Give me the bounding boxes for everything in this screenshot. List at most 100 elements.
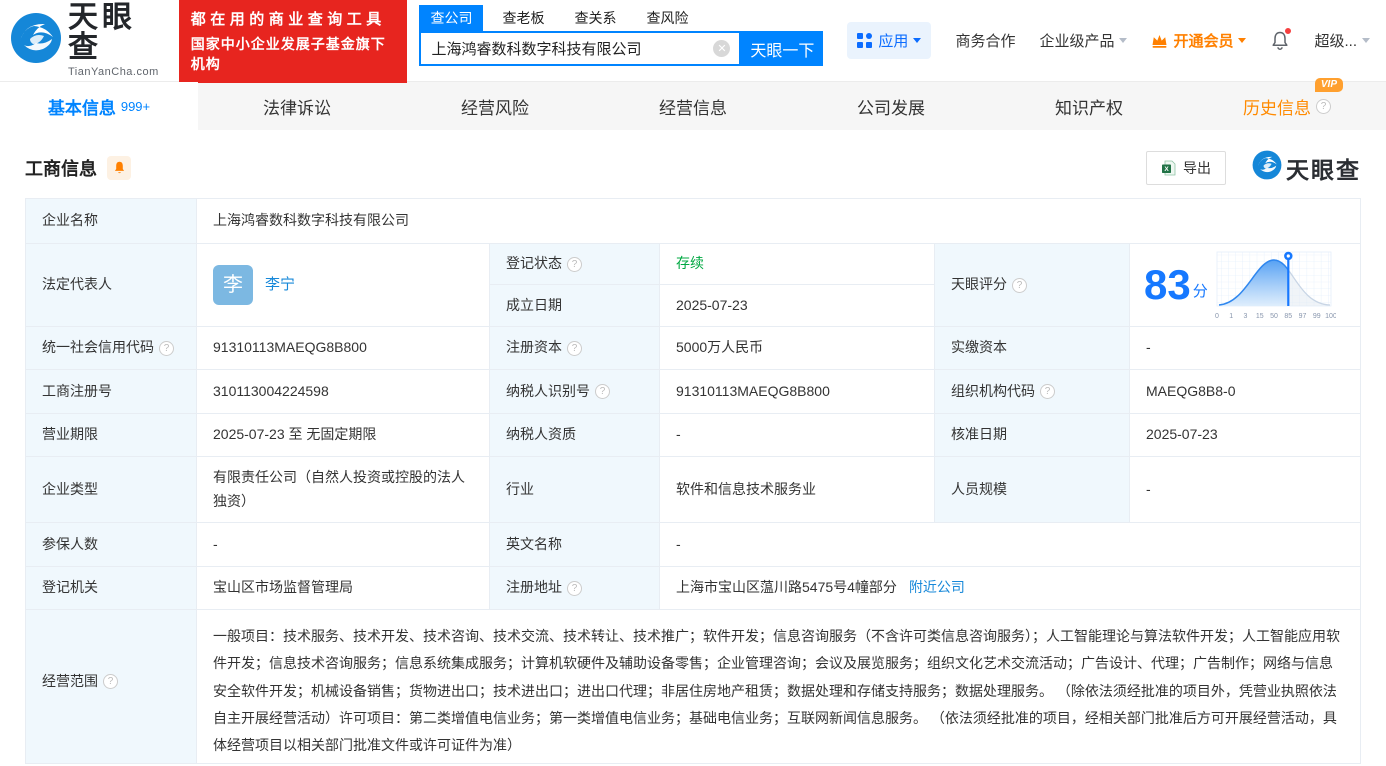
nav-super-label: 超级...	[1314, 33, 1357, 50]
value-paid-capital: -	[1130, 327, 1360, 370]
value-reg-address: 上海市宝山区蕰川路5475号4幢部分 附近公司	[660, 567, 1360, 610]
value-legal-rep: 李 李宁	[197, 244, 490, 327]
value-english-name: -	[660, 523, 1360, 567]
value-credit-code: 91310113MAEQG8B800	[197, 327, 490, 370]
svg-text:1: 1	[1229, 313, 1233, 320]
top-header: 天眼查 TianYanCha.com 都在用的商业查询工具 国家中小企业发展子基…	[0, 0, 1386, 83]
notification-bell[interactable]	[1270, 27, 1293, 51]
business-info-header: 工商信息 X 导出 天眼查	[0, 130, 1386, 198]
value-business-scope: 一般项目：技术服务、技术开发、技术咨询、技术交流、技术转让、技术推广；软件开发；…	[213, 628, 1340, 754]
search-area: 查公司 查老板 查关系 查风险 ✕ 天眼一下	[419, 5, 824, 66]
nearby-companies-link[interactable]: 附近公司	[909, 576, 965, 600]
tab-operation-info[interactable]: 经营信息	[594, 82, 792, 130]
value-reg-capital: 5000万人民币	[660, 327, 935, 370]
business-info-table: 企业名称 上海鸿睿数科数字科技有限公司 法定代表人 李 李宁 登记状态? 存续 …	[25, 198, 1361, 764]
value-industry: 软件和信息技术服务业	[660, 457, 935, 523]
company-tabbar: 基本信息 999+ 法律诉讼 经营风险 经营信息 公司发展 知识产权 历史信息 …	[0, 77, 1386, 130]
help-icon[interactable]: ?	[1316, 98, 1331, 114]
nav-apps-label: 应用	[878, 33, 909, 50]
tab-legal[interactable]: 法律诉讼	[198, 82, 396, 130]
tab-history[interactable]: 历史信息 VIP ?	[1188, 77, 1386, 130]
value-company-name: 上海鸿睿数科数字科技有限公司	[197, 199, 1360, 244]
help-icon[interactable]: ?	[567, 580, 582, 596]
search-button[interactable]: 天眼一下	[741, 31, 824, 66]
svg-text:100: 100	[1325, 313, 1336, 320]
tab-development[interactable]: 公司发展	[792, 82, 990, 130]
legal-rep-avatar[interactable]: 李	[213, 265, 253, 305]
value-taxpayer-id: 91310113MAEQG8B800	[660, 370, 935, 414]
vip-badge: VIP	[1314, 77, 1343, 92]
help-icon[interactable]: ?	[1012, 277, 1027, 293]
label-business-scope: 经营范围?	[26, 610, 197, 763]
nav-enterprise[interactable]: 企业级产品	[1039, 30, 1128, 51]
value-business-term: 2025-07-23 至 无固定期限	[197, 414, 490, 457]
score-unit: 分	[1192, 283, 1208, 301]
help-icon[interactable]: ?	[567, 340, 582, 356]
nav-super-vip[interactable]: 超级...	[1314, 30, 1370, 51]
nav-cooperation[interactable]: 商务合作	[955, 30, 1015, 51]
label-paid-capital: 实缴资本	[935, 327, 1130, 370]
nav-open-vip[interactable]: 开通会员	[1151, 30, 1247, 51]
svg-text:99: 99	[1313, 313, 1321, 320]
label-reg-status: 登记状态?	[490, 244, 660, 285]
search-input-wrap: ✕	[419, 31, 742, 66]
help-icon[interactable]: ?	[1040, 384, 1055, 399]
tianyancha-logo[interactable]: 天眼查 TianYanCha.com	[10, 3, 159, 78]
watermark-brand: 天眼查	[1252, 150, 1361, 185]
promo-banner: 都在用的商业查询工具 国家中小企业发展子基金旗下机构	[178, 0, 408, 83]
svg-text:15: 15	[1256, 313, 1264, 320]
export-button[interactable]: X 导出	[1146, 150, 1226, 185]
promo-line2: 国家中小企业发展子基金旗下机构	[190, 35, 386, 72]
label-company-type: 企业类型	[26, 457, 197, 523]
value-reg-authority: 宝山区市场监督管理局	[197, 567, 490, 610]
label-english-name: 英文名称	[490, 523, 660, 567]
value-establish-date: 2025-07-23	[660, 285, 935, 327]
search-tabs: 查公司 查老板 查关系 查风险	[419, 5, 823, 31]
label-credit-code: 统一社会信用代码?	[26, 327, 197, 370]
search-tab-risk[interactable]: 查风险	[635, 5, 699, 31]
search-tab-boss[interactable]: 查老板	[491, 5, 555, 31]
nav-open-vip-label: 开通会员	[1173, 33, 1234, 50]
section-title: 工商信息	[25, 158, 97, 179]
logo-title: 天眼查	[68, 1, 136, 64]
tab-basic-info[interactable]: 基本信息 999+	[0, 82, 198, 130]
watermark-eye-icon	[1252, 150, 1282, 185]
label-reg-capital: 注册资本?	[490, 327, 660, 370]
value-org-code: MAEQG8B8-0	[1130, 370, 1360, 414]
label-score: 天眼评分?	[935, 244, 1130, 327]
search-tab-relation[interactable]: 查关系	[563, 5, 627, 31]
orange-bell-icon	[114, 161, 124, 173]
chevron-down-icon	[1238, 38, 1247, 43]
notification-dot	[1284, 27, 1293, 35]
svg-text:97: 97	[1298, 313, 1306, 320]
value-taxpayer-qualification: -	[660, 414, 935, 457]
tab-operation-risk[interactable]: 经营风险	[396, 82, 594, 130]
label-taxpayer-id: 纳税人识别号?	[490, 370, 660, 414]
nav-apps[interactable]: 应用	[847, 22, 932, 59]
help-icon[interactable]: ?	[159, 340, 174, 356]
tab-ip[interactable]: 知识产权	[990, 82, 1188, 130]
search-input[interactable]	[421, 40, 714, 57]
help-icon[interactable]: ?	[567, 256, 582, 272]
label-approval-date: 核准日期	[935, 414, 1130, 457]
clear-search-icon[interactable]: ✕	[713, 40, 731, 57]
label-reg-authority: 登记机关	[26, 567, 197, 610]
value-company-type: 有限责任公司（自然人投资或控股的法人独资）	[197, 457, 490, 523]
value-score[interactable]: 83 分 0 1 3 15 50 85 97 99 100	[1130, 244, 1360, 327]
svg-text:0: 0	[1215, 313, 1219, 320]
label-industry: 行业	[490, 457, 660, 523]
value-insured-count: -	[197, 523, 490, 567]
chevron-down-icon	[1362, 38, 1370, 43]
help-icon[interactable]: ?	[103, 674, 118, 689]
score-distribution-chart: 0 1 3 15 50 85 97 99 100	[1214, 248, 1336, 322]
export-label: 导出	[1183, 159, 1211, 176]
label-staff-size: 人员规模	[935, 457, 1130, 523]
chevron-down-icon	[1119, 38, 1128, 43]
help-icon[interactable]: ?	[595, 384, 610, 399]
label-establish-date: 成立日期	[490, 285, 660, 327]
search-tab-company[interactable]: 查公司	[419, 5, 484, 31]
svg-text:50: 50	[1270, 313, 1278, 320]
label-reg-address: 注册地址?	[490, 567, 660, 610]
subscribe-bell-button[interactable]	[107, 155, 131, 180]
legal-rep-link[interactable]: 李宁	[265, 272, 295, 298]
